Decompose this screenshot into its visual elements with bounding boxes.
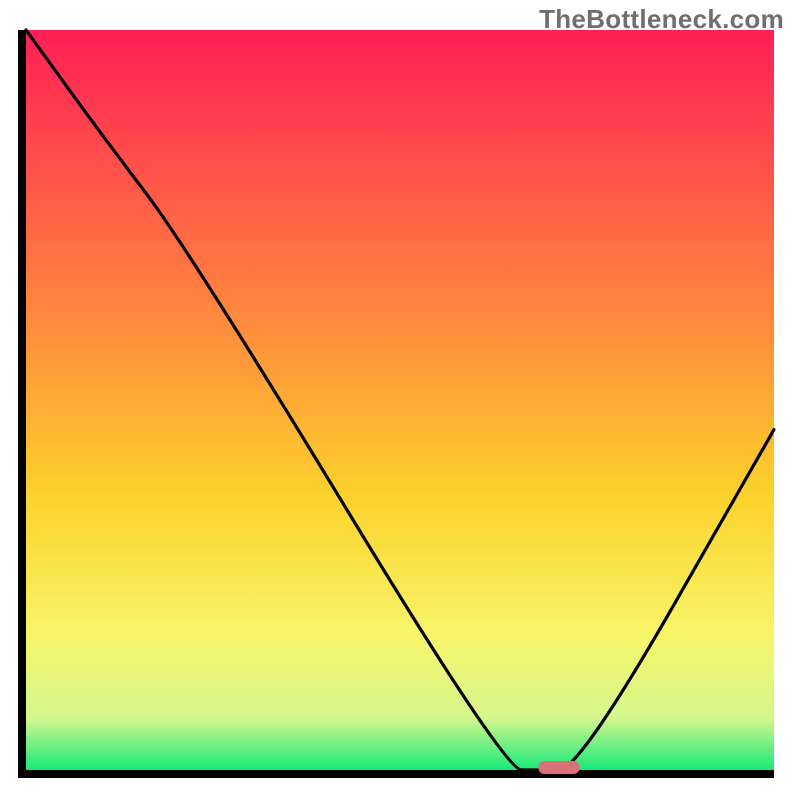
bottleneck-chart: TheBottleneck.com	[0, 0, 800, 800]
plot-background	[26, 30, 774, 770]
axis-left	[18, 30, 26, 778]
watermark-label: TheBottleneck.com	[539, 4, 784, 35]
chart-svg	[0, 0, 800, 800]
axis-bottom	[18, 770, 774, 778]
optimal-marker	[538, 761, 579, 774]
